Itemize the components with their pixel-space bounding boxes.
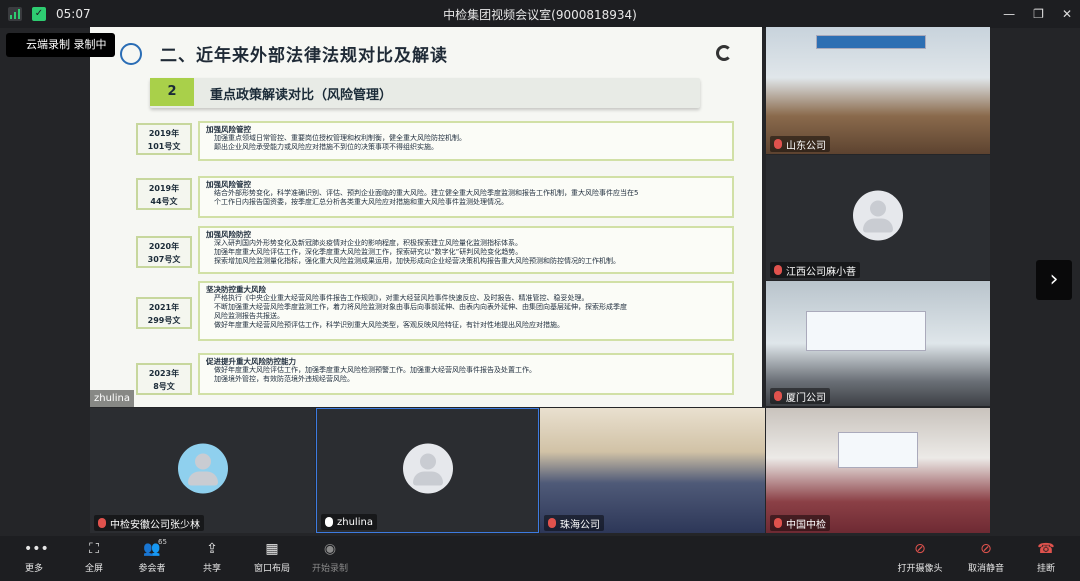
layout-icon: ▦ bbox=[265, 541, 279, 557]
mic-muted-icon bbox=[774, 265, 782, 275]
signal-icon[interactable] bbox=[8, 7, 22, 21]
participant-label: zhulina bbox=[321, 514, 377, 530]
video-tile[interactable]: 山东公司 bbox=[766, 27, 990, 154]
policy-year-box: 2020年 307号文 bbox=[136, 236, 192, 268]
start-recording-button[interactable]: ◉ 开始录制 bbox=[300, 540, 360, 574]
more-icon: ••• bbox=[24, 541, 49, 557]
mic-muted-icon bbox=[774, 391, 782, 401]
mic-muted-icon bbox=[774, 518, 782, 528]
participants-button[interactable]: 👥 65 参会者 bbox=[122, 538, 182, 574]
policy-content: 促进提升重大风险防控能力 做好年度重大风险评估工作，加强季度重大风险检测预警工作… bbox=[198, 353, 734, 395]
company-logo-icon bbox=[120, 43, 142, 65]
video-tile-active[interactable]: zhulina bbox=[316, 408, 539, 533]
policy-content: 加强风险管控 结合外部形势变化，科学准确识别、评估、预判企业面临的重大风险。建立… bbox=[198, 176, 734, 218]
close-icon[interactable]: ✕ bbox=[1062, 7, 1072, 21]
slide-title: 二、近年来外部法律法规对比及解读 bbox=[160, 46, 448, 66]
window-title: 中检集团视频会议室(9000818934) bbox=[443, 7, 637, 22]
participants-count: 65 bbox=[158, 538, 167, 546]
more-button[interactable]: ••• 更多 bbox=[4, 540, 64, 574]
fullscreen-icon: ⛶ bbox=[89, 541, 99, 557]
hangup-icon: ☎ bbox=[1037, 541, 1055, 557]
security-shield-icon[interactable]: ✓ bbox=[32, 7, 46, 21]
policy-year-box: 2021年 299号文 bbox=[136, 297, 192, 329]
unmute-button[interactable]: ⊘ 取消静音 bbox=[956, 540, 1016, 574]
video-tile[interactable]: 江西公司麻小菩 bbox=[766, 155, 990, 280]
participant-label: 江西公司麻小菩 bbox=[770, 262, 860, 278]
share-icon: ⇪ bbox=[206, 541, 218, 557]
policy-content: 加强风险管控 加强重点领域日常管控、重要岗位授权管理和权利制衡，健全重大风险防控… bbox=[198, 121, 734, 161]
restore-icon[interactable]: ❐ bbox=[1033, 7, 1044, 21]
camera-off-icon: ⊘ bbox=[914, 541, 926, 557]
record-icon: ◉ bbox=[323, 541, 337, 557]
meeting-timer: 05:07 bbox=[56, 7, 91, 21]
title-bar: ✓ 05:07 中检集团视频会议室(9000818934) — ❐ ✕ bbox=[0, 0, 1080, 28]
section-title: 重点政策解读对比（风险管理） bbox=[210, 88, 393, 103]
video-tile[interactable]: 中国中检 bbox=[766, 408, 990, 533]
video-meeting-app: ✓ 05:07 中检集团视频会议室(9000818934) — ❐ ✕ 云端录制… bbox=[0, 0, 1080, 581]
layout-button[interactable]: ▦ 窗口布局 bbox=[242, 540, 302, 574]
video-tile[interactable]: 珠海公司 bbox=[540, 408, 765, 533]
mic-off-icon: ⊘ bbox=[980, 541, 992, 557]
avatar bbox=[177, 443, 228, 493]
camera-button[interactable]: ⊘ 打开摄像头 bbox=[890, 540, 950, 574]
avatar bbox=[853, 190, 903, 240]
participant-label: 珠海公司 bbox=[544, 515, 604, 531]
brand-logo-icon bbox=[716, 45, 732, 61]
participant-label: 中检安徽公司张少林 bbox=[94, 515, 204, 531]
minimize-icon[interactable]: — bbox=[1003, 7, 1015, 21]
participant-label: 厦门公司 bbox=[770, 388, 830, 404]
participant-label: 山东公司 bbox=[770, 136, 830, 152]
mic-muted-icon bbox=[774, 139, 782, 149]
policy-year-box: 2023年 8号文 bbox=[136, 363, 192, 395]
participant-label: 中国中检 bbox=[770, 515, 830, 531]
presenter-name-tag: zhulina bbox=[90, 390, 134, 407]
next-page-arrow-icon[interactable]: › bbox=[1036, 260, 1072, 300]
mic-muted-icon bbox=[98, 518, 106, 528]
fullscreen-button[interactable]: ⛶ 全屏 bbox=[64, 540, 124, 574]
avatar bbox=[402, 443, 453, 493]
section-number: 2 bbox=[150, 78, 194, 106]
bottom-toolbar: ••• 更多 ⛶ 全屏 👥 65 参会者 ⇪ 共享 ▦ 窗口布局 ◉ 开始录制 … bbox=[0, 536, 1080, 581]
shared-screen: 二、近年来外部法律法规对比及解读 2 重点政策解读对比（风险管理） 2019年 1… bbox=[90, 27, 762, 407]
policy-content: 加强风险防控 深入研判国内外形势变化及新冠肺炎疫情对企业的影响程度，积极探索建立… bbox=[198, 226, 734, 274]
policy-year-box: 2019年 44号文 bbox=[136, 178, 192, 210]
policy-content: 坚决防控重大风险 严格执行《中央企业重大经营风险事件报告工作规则》，对重大经营风… bbox=[198, 281, 734, 341]
share-button[interactable]: ⇪ 共享 bbox=[182, 540, 242, 574]
mic-icon bbox=[325, 517, 333, 527]
policy-year-box: 2019年 101号文 bbox=[136, 123, 192, 155]
mic-muted-icon bbox=[548, 518, 556, 528]
cloud-recording-badge[interactable]: 云端录制 录制中 bbox=[6, 33, 115, 57]
video-tile[interactable]: 厦门公司 bbox=[766, 281, 990, 406]
video-tile[interactable]: 中检安徽公司张少林 bbox=[90, 408, 315, 533]
hangup-button[interactable]: ☎ 挂断 bbox=[1016, 540, 1076, 574]
